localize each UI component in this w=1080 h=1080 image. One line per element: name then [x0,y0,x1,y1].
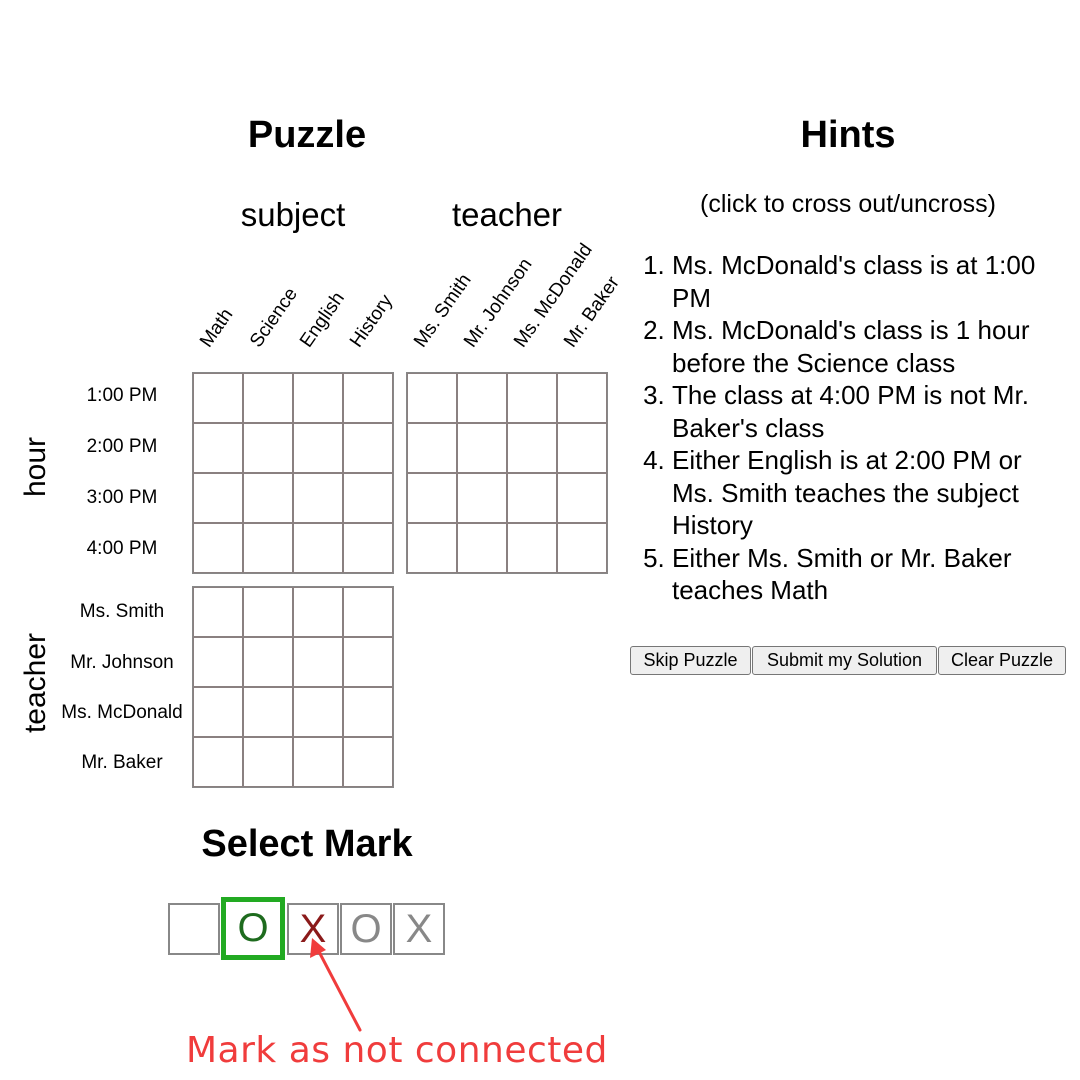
grid-cell[interactable] [457,373,507,423]
hint-item[interactable]: Either Ms. Smith or Mr. Baker teaches Ma… [672,542,1060,607]
mark-option-green-o[interactable]: O [221,897,285,960]
grid-cell[interactable] [557,373,607,423]
grid-cell[interactable] [243,637,293,687]
grid-cell[interactable] [343,373,393,423]
grid-cell[interactable] [407,373,457,423]
annotation-arrow-icon [310,938,362,1032]
row-label-3pm: 3:00 PM [86,487,158,508]
grid-cell[interactable] [243,687,293,737]
clear-puzzle-button[interactable]: Clear Puzzle [938,646,1066,675]
grid-cell[interactable] [557,473,607,523]
mark-symbol: X [405,906,433,951]
grid-cell[interactable] [407,523,457,573]
grid-cell[interactable] [407,473,457,523]
puzzle-title: Puzzle [247,114,367,156]
grid-cell[interactable] [293,687,343,737]
column-label-history: History [345,290,398,352]
grid-cell[interactable] [507,423,557,473]
column-label-english: English [295,288,349,352]
grid-cell[interactable] [343,473,393,523]
grid-cell[interactable] [557,523,607,573]
row-group-label-hour: hour [19,436,52,498]
grid-cell[interactable] [507,473,557,523]
hint-item[interactable]: Ms. McDonald's class is 1 hour before th… [672,314,1060,379]
hints-subtitle: (click to cross out/uncross) [700,190,996,218]
hint-item[interactable]: The class at 4:00 PM is not Mr. Baker's … [672,379,1060,444]
grid-cell[interactable] [193,687,243,737]
grid-cell[interactable] [193,587,243,637]
grid-cell[interactable] [507,373,557,423]
column-group-label-subject: subject [240,196,346,233]
row-label-mr-johnson: Mr. Johnson [70,652,174,673]
grid-cell[interactable] [343,637,393,687]
grid-cell[interactable] [293,523,343,573]
mark-option-gray-x[interactable]: X [393,903,445,955]
select-mark-title: Select Mark [201,823,413,865]
row-label-1pm: 1:00 PM [86,385,158,406]
grid-cell[interactable] [243,737,293,787]
grid-cell[interactable] [293,737,343,787]
grid-cell[interactable] [457,473,507,523]
row-label-4pm: 4:00 PM [86,538,158,559]
grid-cell[interactable] [243,587,293,637]
row-group-label-teacher: teacher [19,632,52,734]
grid-cell[interactable] [193,423,243,473]
row-label-ms-mcdonald: Ms. McDonald [61,702,183,723]
grid-cell[interactable] [193,373,243,423]
grid-cell[interactable] [343,687,393,737]
grid-cell[interactable] [193,737,243,787]
grid-cell[interactable] [557,423,607,473]
submit-solution-button[interactable]: Submit my Solution [752,646,937,675]
grid-cell[interactable] [343,737,393,787]
skip-puzzle-button[interactable]: Skip Puzzle [630,646,751,675]
row-label-mr-baker: Mr. Baker [81,752,163,773]
hints-list: Ms. McDonald's class is at 1:00 PM Ms. M… [640,249,1060,607]
grid-cell[interactable] [193,637,243,687]
grid-hour-subject [192,372,394,574]
column-label-math: Math [195,304,238,352]
column-label-science: Science [245,283,302,352]
grid-cell[interactable] [193,523,243,573]
hint-item[interactable]: Either English is at 2:00 PM or Ms. Smit… [672,444,1060,542]
grid-cell[interactable] [343,423,393,473]
grid-cell[interactable] [193,473,243,523]
grid-cell[interactable] [343,523,393,573]
grid-cell[interactable] [507,523,557,573]
grid-teacher-subject [192,586,394,788]
grid-cell[interactable] [243,423,293,473]
row-label-ms-smith: Ms. Smith [79,601,165,622]
annotation-text: Mark as not connected [186,1030,608,1071]
grid-cell[interactable] [293,473,343,523]
grid-cell[interactable] [293,423,343,473]
hint-item[interactable]: Ms. McDonald's class is at 1:00 PM [672,249,1060,314]
grid-cell[interactable] [243,523,293,573]
hints-title: Hints [800,114,896,156]
grid-cell[interactable] [243,473,293,523]
grid-cell[interactable] [243,373,293,423]
mark-symbol: O [237,906,269,950]
grid-cell[interactable] [457,423,507,473]
grid-cell[interactable] [343,587,393,637]
grid-hour-teacher [406,372,608,574]
grid-cell[interactable] [293,373,343,423]
grid-cell[interactable] [293,587,343,637]
grid-cell[interactable] [457,523,507,573]
mark-option-blank[interactable] [168,903,220,955]
grid-cell[interactable] [293,637,343,687]
row-label-2pm: 2:00 PM [86,436,158,457]
grid-cell[interactable] [407,423,457,473]
column-group-label-teacher: teacher [451,196,563,233]
